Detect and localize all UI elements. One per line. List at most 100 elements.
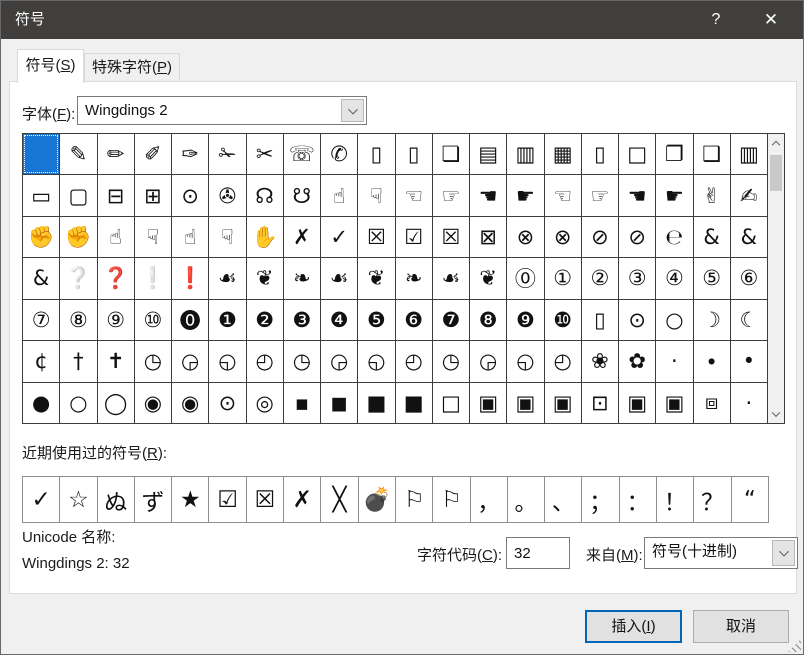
symbol-cell[interactable]: ▯: [582, 300, 618, 340]
symbol-cell[interactable]: ☛: [656, 175, 692, 215]
recent-symbol-cell[interactable]: 、: [545, 477, 581, 522]
symbol-cell[interactable]: ✊: [60, 217, 96, 257]
symbol-cell[interactable]: ▢: [60, 175, 96, 215]
recent-symbol-cell[interactable]: ；: [582, 477, 618, 522]
recent-symbol-cell[interactable]: ⚐: [396, 477, 432, 522]
symbol-cell[interactable]: ▣: [656, 383, 692, 423]
symbol-cell[interactable]: ◵: [209, 341, 245, 381]
symbol-cell[interactable]: ¢: [23, 341, 59, 381]
symbol-cell[interactable]: ☜: [545, 175, 581, 215]
symbol-cell[interactable]: ☾: [731, 300, 767, 340]
symbol-cell[interactable]: ✍: [731, 175, 767, 215]
cancel-button[interactable]: 取消: [693, 610, 789, 643]
symbol-cell[interactable]: ▣: [619, 383, 655, 423]
symbol-cell[interactable]: ❕: [135, 258, 171, 298]
symbol-cell[interactable]: ❧: [284, 258, 320, 298]
recent-symbol-cell[interactable]: ：: [620, 477, 656, 522]
symbol-cell[interactable]: ☚: [619, 175, 655, 215]
symbol-cell[interactable]: ☒: [358, 217, 394, 257]
symbol-cell[interactable]: ⊙: [619, 300, 655, 340]
symbol-cell[interactable]: ①: [545, 258, 581, 298]
symbol-cell[interactable]: ⊞: [135, 175, 171, 215]
symbol-cell[interactable]: ▥: [507, 134, 543, 174]
recent-symbol-cell[interactable]: “: [732, 477, 768, 522]
symbol-cell[interactable]: ☛: [507, 175, 543, 215]
titlebar[interactable]: 符号 ? ✕: [1, 1, 803, 39]
symbol-cell[interactable]: &: [694, 217, 730, 257]
recent-symbol-cell[interactable]: ✓: [23, 477, 59, 522]
symbol-cell[interactable]: ✗: [284, 217, 320, 257]
symbol-cell[interactable]: ❧: [396, 258, 432, 298]
recent-symbol-cell[interactable]: ☒: [247, 477, 283, 522]
symbol-cell[interactable]: ◴: [396, 341, 432, 381]
symbol-cell[interactable]: ⓿: [172, 300, 208, 340]
symbol-cell[interactable]: ◯: [98, 383, 134, 423]
symbol-cell[interactable]: ◷: [135, 341, 171, 381]
symbol-cell[interactable]: ⊙: [209, 383, 245, 423]
symbol-cell[interactable]: ▣: [470, 383, 506, 423]
symbol-cell[interactable]: ❷: [247, 300, 283, 340]
symbol-cell[interactable]: ☝: [321, 175, 357, 215]
recent-symbol-cell[interactable]: ★: [172, 477, 208, 522]
symbol-cell[interactable]: ☟: [135, 217, 171, 257]
from-dropdown-button[interactable]: [772, 540, 795, 566]
symbol-cell[interactable]: ❼: [433, 300, 469, 340]
symbol-cell[interactable]: ◵: [358, 341, 394, 381]
symbol-cell[interactable]: ⊟: [98, 175, 134, 215]
symbol-cell[interactable]: □: [433, 383, 469, 423]
symbol-cell[interactable]: ⊠: [470, 217, 506, 257]
symbol-cell[interactable]: ☝: [98, 217, 134, 257]
symbol-cell[interactable]: ○: [60, 383, 96, 423]
scroll-up-button[interactable]: [768, 134, 784, 153]
from-combobox[interactable]: 符号(十进制): [644, 537, 798, 569]
symbol-cell[interactable]: ❿: [545, 300, 581, 340]
symbol-cell[interactable]: ✌: [694, 175, 730, 215]
symbol-cell[interactable]: ❦: [470, 258, 506, 298]
font-dropdown-button[interactable]: [341, 99, 364, 122]
symbol-cell[interactable]: ❓: [98, 258, 134, 298]
symbol-cell[interactable]: ●: [23, 383, 59, 423]
symbol-cell[interactable]: ▭: [23, 175, 59, 215]
symbol-cell[interactable]: ◼: [321, 383, 357, 423]
symbol-cell[interactable]: ❾: [507, 300, 543, 340]
symbol-cell[interactable]: ⊗: [545, 217, 581, 257]
symbol-cell[interactable]: ✊: [23, 217, 59, 257]
symbol-cell[interactable]: ⑥: [731, 258, 767, 298]
symbol-cell[interactable]: ✋: [247, 217, 283, 257]
symbol-cell[interactable]: ✁: [209, 134, 245, 174]
insert-button[interactable]: 插入(I): [585, 610, 682, 643]
symbol-cell[interactable]: ◴: [247, 341, 283, 381]
symbol-cell[interactable]: ⑩: [135, 300, 171, 340]
symbol-cell[interactable]: ☞: [582, 175, 618, 215]
symbol-cell[interactable]: ⓪: [507, 258, 543, 298]
symbol-cell[interactable]: ④: [656, 258, 692, 298]
symbol-cell[interactable]: ❦: [358, 258, 394, 298]
symbol-cell[interactable]: ▦: [545, 134, 581, 174]
symbol-cell[interactable]: ▥: [731, 134, 767, 174]
recent-symbol-cell[interactable]: ✗: [284, 477, 320, 522]
symbol-cell[interactable]: ☟: [209, 217, 245, 257]
symbol-cell[interactable]: ✿: [619, 341, 655, 381]
symbol-cell[interactable]: ②: [582, 258, 618, 298]
symbol-cell[interactable]: □: [619, 134, 655, 174]
symbol-cell[interactable]: ☋: [284, 175, 320, 215]
symbol-cell[interactable]: ☙: [321, 258, 357, 298]
symbol-cell[interactable]: ✂: [247, 134, 283, 174]
close-button[interactable]: ✕: [748, 1, 794, 39]
symbol-cell[interactable]: ❶: [209, 300, 245, 340]
symbol-cell[interactable]: ☒: [433, 217, 469, 257]
symbol-cell[interactable]: •: [731, 341, 767, 381]
symbol-cell[interactable]: ☚: [470, 175, 506, 215]
symbol-cell[interactable]: ❹: [321, 300, 357, 340]
symbol-cell[interactable]: ☙: [209, 258, 245, 298]
symbol-cell[interactable]: ❦: [247, 258, 283, 298]
scroll-thumb[interactable]: [770, 155, 782, 191]
symbol-cell[interactable]: [23, 134, 59, 174]
symbol-cell[interactable]: ☜: [396, 175, 432, 215]
symbol-cell[interactable]: &: [731, 217, 767, 257]
symbol-cell[interactable]: ◶: [321, 341, 357, 381]
symbol-cell[interactable]: ❸: [284, 300, 320, 340]
symbol-cell[interactable]: ⊙: [172, 175, 208, 215]
symbol-cell[interactable]: †: [60, 341, 96, 381]
symbol-cell[interactable]: ◉: [135, 383, 171, 423]
